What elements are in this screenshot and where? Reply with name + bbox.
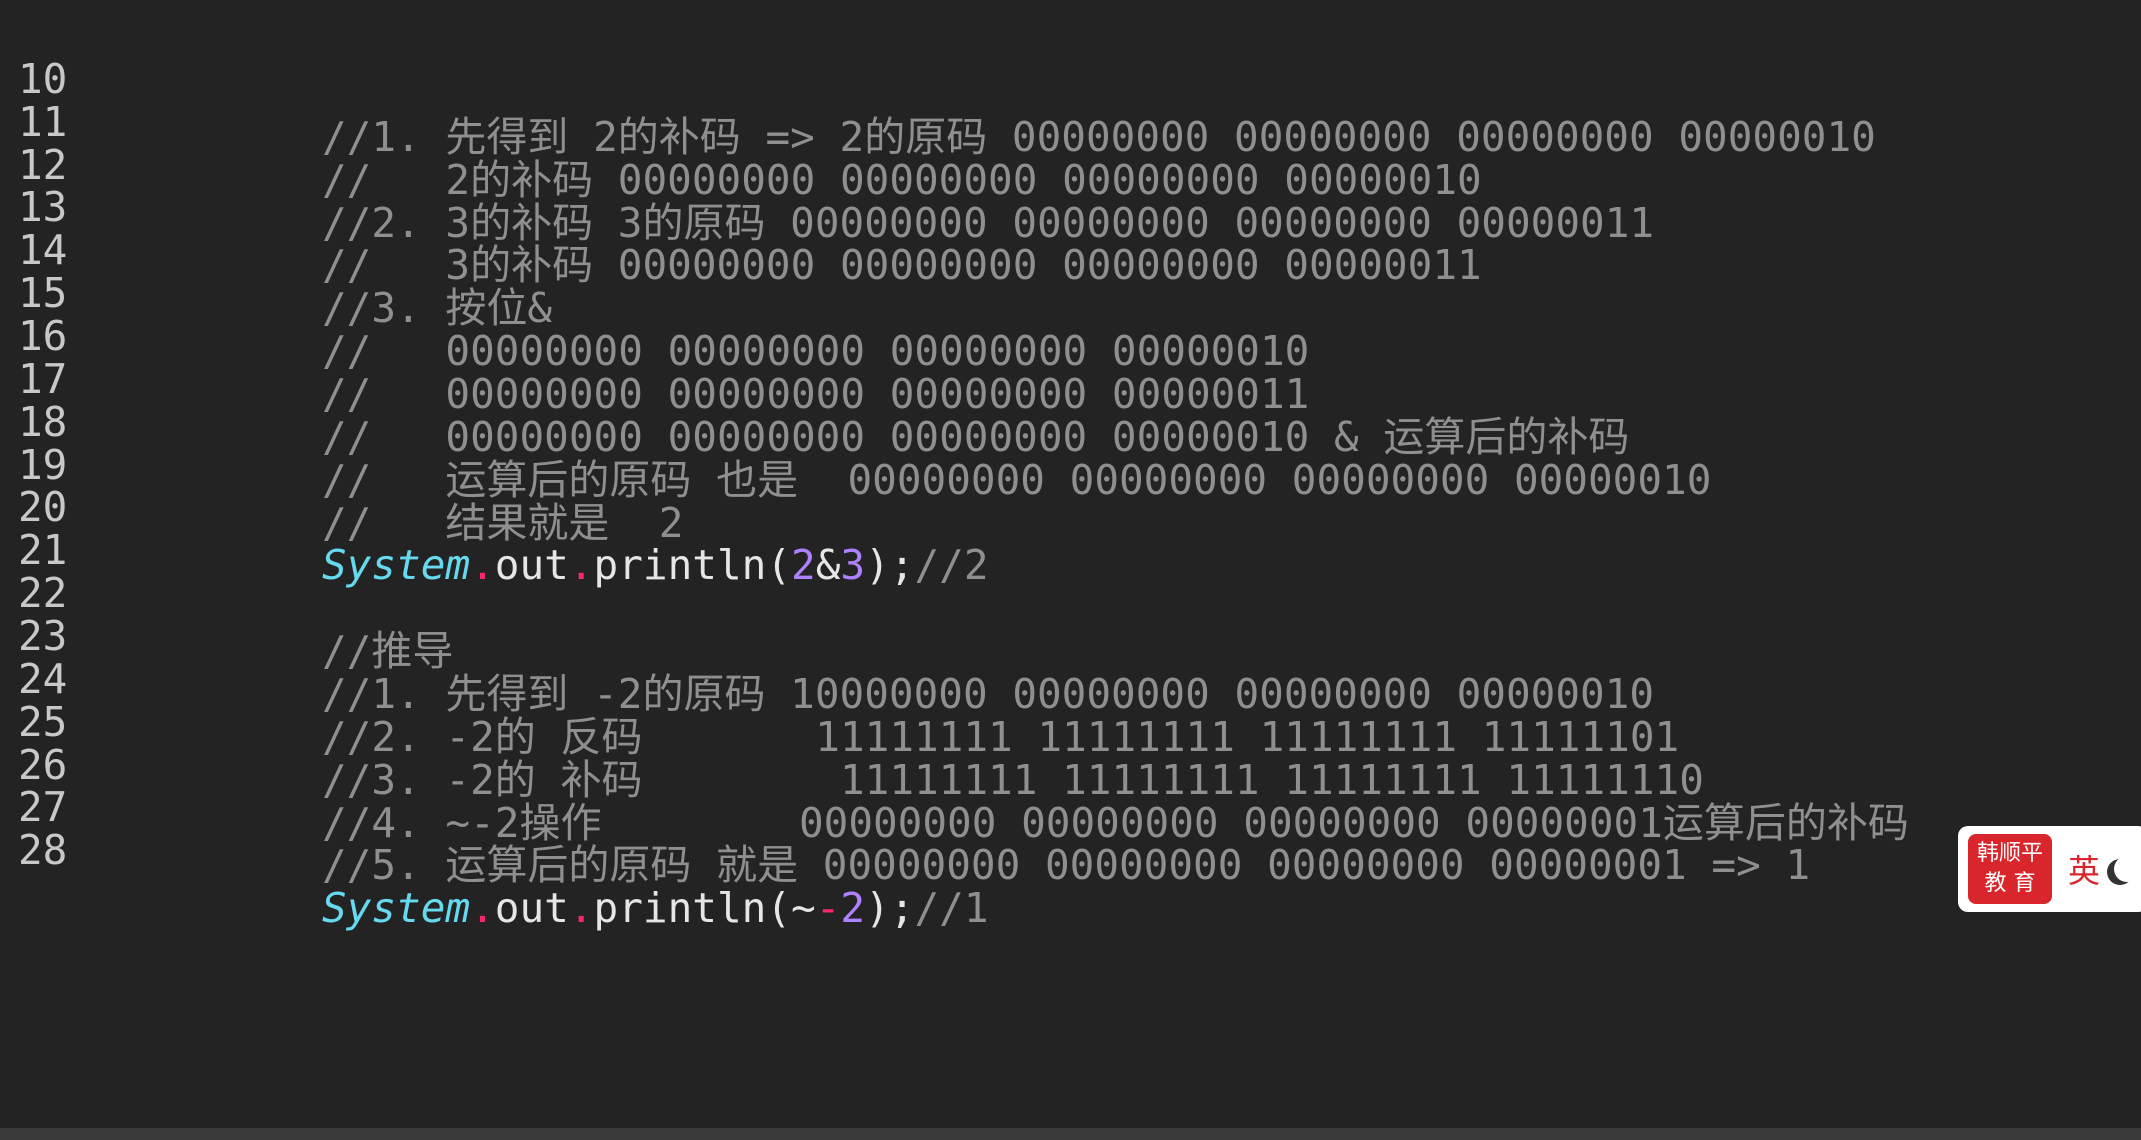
inline-comment: //1 [914,884,989,932]
tilde-operator: ~ [791,884,816,932]
close-paren: ); [865,884,915,932]
ime-language-indicator[interactable]: 英 [2068,846,2100,892]
method-call: println( [593,884,792,932]
dot-operator: . [470,884,495,932]
code-editor[interactable]: 10 //1. 先得到 2的补码 => 2的原码 00000000 000000… [0,0,2141,1140]
horizontal-scrollbar[interactable] [0,1128,2141,1140]
brand-logo: 韩顺平 教 育 [1968,834,2052,904]
brand-line-1: 韩顺平 [1976,841,2043,866]
line-number: 28 [18,826,68,874]
brand-line-2: 教 育 [1984,871,2036,896]
field-name: out [494,884,569,932]
code-line[interactable]: 28 System.out.println(~-2);//1 [0,763,2141,932]
statement: System.out.println(~-2);//1 [322,879,989,937]
ime-watermark[interactable]: 韩顺平 教 育 英 [1958,826,2141,912]
class-name: System [322,884,471,932]
minus-operator: - [815,884,841,932]
number-literal: 2 [840,884,866,932]
dot-operator: . [568,884,594,932]
moon-icon[interactable] [2114,856,2140,882]
